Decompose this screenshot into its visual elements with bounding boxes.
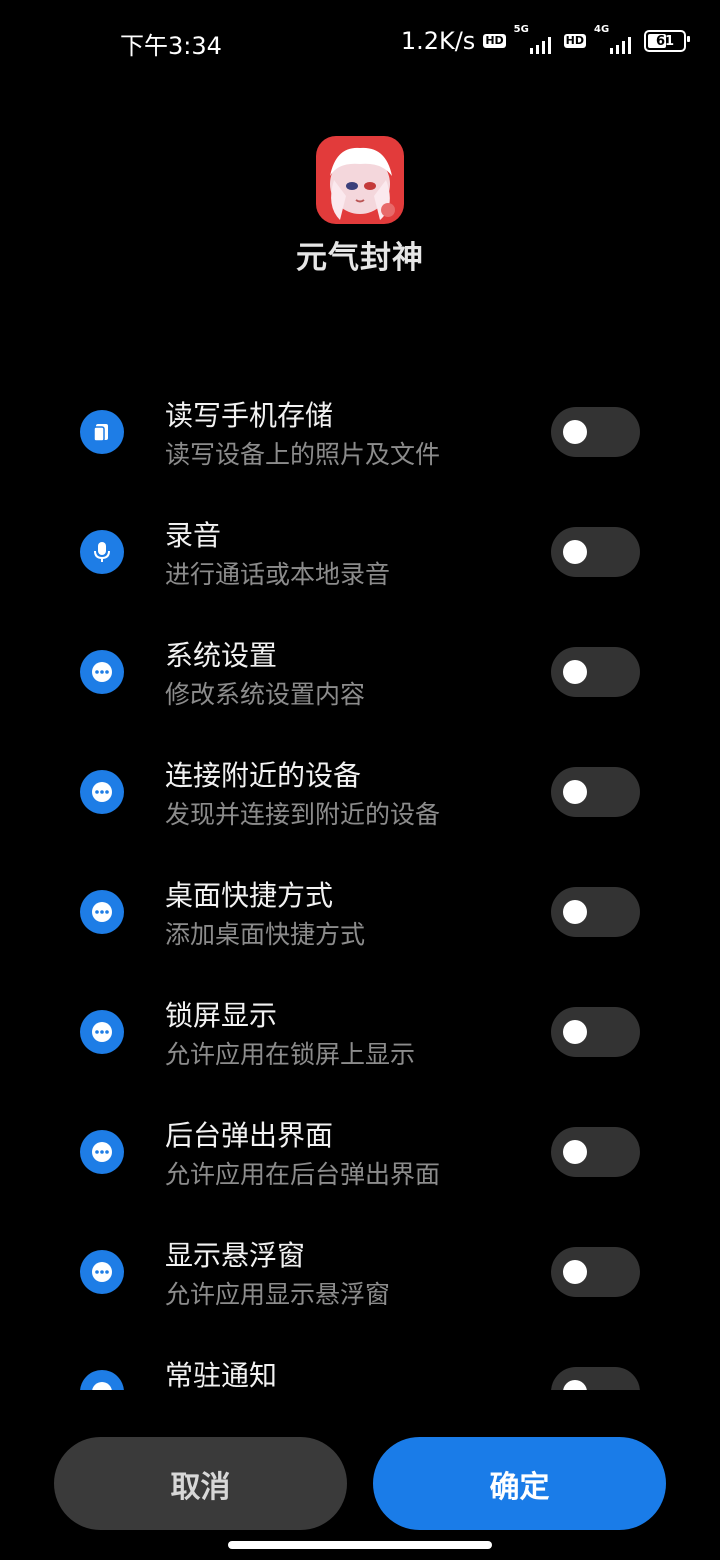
permission-item-background-popup: 后台弹出界面 允许应用在后台弹出界面 bbox=[0, 1092, 720, 1212]
more-dots-icon bbox=[80, 1010, 124, 1054]
permission-toggle-storage[interactable] bbox=[551, 407, 640, 457]
permission-desc: 发现并连接到附近的设备 bbox=[165, 800, 441, 829]
permission-toggle-shortcut[interactable] bbox=[551, 887, 640, 937]
signal-icon-sim1: 5G bbox=[514, 24, 556, 54]
battery-level: 61 bbox=[655, 33, 675, 49]
confirm-button[interactable]: 确定 bbox=[373, 1437, 666, 1530]
permission-toggle-record-audio[interactable] bbox=[551, 527, 640, 577]
permission-title: 系统设置 bbox=[165, 639, 278, 672]
permission-desc: 允许应用显示悬浮窗 bbox=[165, 1280, 391, 1309]
storage-icon bbox=[80, 410, 124, 454]
network-gen-sim2: 4G bbox=[594, 24, 610, 35]
app-header: 元气封神 bbox=[0, 136, 720, 277]
permission-title: 显示悬浮窗 bbox=[165, 1239, 306, 1272]
permission-desc: 修改系统设置内容 bbox=[165, 680, 366, 709]
permission-item-floating-window: 显示悬浮窗 允许应用显示悬浮窗 bbox=[0, 1212, 720, 1332]
permission-toggle-nearby-devices[interactable] bbox=[551, 767, 640, 817]
network-speed: 1.2K/s bbox=[400, 27, 476, 55]
cancel-button[interactable]: 取消 bbox=[54, 1437, 347, 1530]
app-icon bbox=[316, 136, 404, 224]
permission-title: 读写手机存储 bbox=[165, 399, 334, 432]
permission-desc: 允许应用在锁屏上显示 bbox=[165, 1040, 416, 1069]
permission-item-storage: 读写手机存储 读写设备上的照片及文件 bbox=[0, 372, 720, 492]
permission-toggle-floating-window[interactable] bbox=[551, 1247, 640, 1297]
signal-icon-sim2: 4G bbox=[594, 24, 636, 54]
network-gen-sim1: 5G bbox=[513, 24, 529, 35]
permission-item-lockscreen: 锁屏显示 允许应用在锁屏上显示 bbox=[0, 972, 720, 1092]
permission-item-shortcut: 桌面快捷方式 添加桌面快捷方式 bbox=[0, 852, 720, 972]
permission-title: 连接附近的设备 bbox=[165, 759, 362, 792]
more-dots-icon bbox=[80, 1250, 124, 1294]
permission-item-system-settings: 系统设置 修改系统设置内容 bbox=[0, 612, 720, 732]
more-dots-icon bbox=[80, 650, 124, 694]
permission-toggle-lockscreen[interactable] bbox=[551, 1007, 640, 1057]
permission-item-nearby-devices: 连接附近的设备 发现并连接到附近的设备 bbox=[0, 732, 720, 852]
battery-icon: 61 bbox=[644, 30, 690, 52]
permission-desc: 读写设备上的照片及文件 bbox=[165, 440, 441, 469]
permission-title: 录音 bbox=[165, 519, 222, 552]
permission-toggle-background-popup[interactable] bbox=[551, 1127, 640, 1177]
status-bar: 下午3:34 1.2K/s HD 5G HD 4G 61 bbox=[0, 0, 720, 82]
status-indicators: 1.2K/s HD 5G HD 4G 61 bbox=[400, 24, 690, 56]
permission-title: 锁屏显示 bbox=[165, 999, 278, 1032]
permission-desc: 允许应用在后台弹出界面 bbox=[165, 1160, 441, 1189]
hd-badge-sim2: HD bbox=[563, 34, 586, 48]
permission-item-record-audio: 录音 进行通话或本地录音 bbox=[0, 492, 720, 612]
app-name: 元气封神 bbox=[296, 240, 424, 276]
permission-title: 桌面快捷方式 bbox=[165, 879, 334, 912]
hd-badge-sim1: HD bbox=[483, 34, 506, 48]
permission-list[interactable]: 读写手机存储 读写设备上的照片及文件 录音 进行通话或本地录音 系统设置 修改系… bbox=[0, 372, 720, 1390]
permission-toggle-persistent-notification[interactable] bbox=[551, 1367, 640, 1390]
permission-desc: 进行通话或本地录音 bbox=[165, 560, 391, 589]
permission-item-persistent-notification: 常驻通知 bbox=[0, 1332, 720, 1390]
home-indicator[interactable] bbox=[228, 1541, 492, 1549]
microphone-icon bbox=[80, 530, 124, 574]
permission-toggle-system-settings[interactable] bbox=[551, 647, 640, 697]
more-dots-icon bbox=[80, 1370, 124, 1390]
more-dots-icon bbox=[80, 1130, 124, 1174]
permission-title: 常驻通知 bbox=[165, 1359, 278, 1390]
more-dots-icon bbox=[80, 890, 124, 934]
permission-desc: 添加桌面快捷方式 bbox=[165, 920, 366, 949]
status-time: 下午3:34 bbox=[120, 32, 222, 60]
permission-title: 后台弹出界面 bbox=[165, 1119, 334, 1152]
more-dots-icon bbox=[80, 770, 124, 814]
